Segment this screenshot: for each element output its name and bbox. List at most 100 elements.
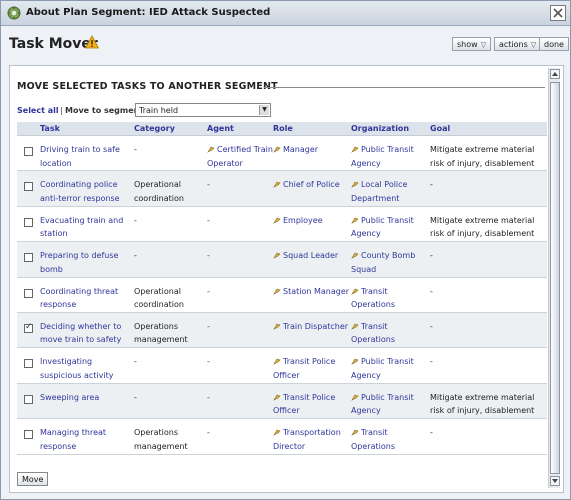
task-checkbox[interactable]: [24, 217, 33, 227]
task-checkbox[interactable]: [24, 322, 33, 333]
goal-cell: -: [430, 357, 433, 367]
category-cell: Operational coordination: [134, 180, 184, 203]
warning-icon[interactable]: [85, 35, 99, 49]
pin-icon: [273, 394, 281, 401]
organization-cell[interactable]: Transit Operations: [351, 320, 429, 347]
category-cell: Operations management: [134, 321, 188, 345]
goal-cell: -: [430, 180, 433, 190]
column-header-goal[interactable]: Goal: [430, 124, 450, 133]
agent-cell: -: [207, 178, 273, 192]
agent-label: -: [207, 321, 210, 331]
show-label: show: [457, 40, 478, 49]
organization-cell[interactable]: Transit Operations: [351, 426, 429, 453]
category-cell: Operations management: [134, 428, 188, 451]
pin-icon: [351, 358, 359, 366]
organization-cell[interactable]: Public Transit Agency: [351, 143, 429, 170]
role-label: Station Manager: [283, 286, 350, 296]
scrollbar-thumb[interactable]: [550, 82, 560, 474]
close-button[interactable]: [550, 5, 566, 21]
actions-label: actions: [499, 40, 528, 49]
pin-icon: [273, 146, 281, 153]
task-checkbox[interactable]: [24, 430, 33, 440]
task-link[interactable]: Coordinating threat response: [40, 285, 132, 312]
table-row: Deciding whether to move train to safety…: [17, 312, 547, 349]
pin-icon: [207, 146, 215, 153]
column-header-agent[interactable]: Agent: [207, 124, 234, 133]
task-checkbox[interactable]: [24, 182, 33, 192]
task-link[interactable]: Evacuating train and station: [40, 214, 132, 241]
chevron-down-icon[interactable]: ▼: [259, 105, 269, 115]
role-cell[interactable]: Transportation Director: [273, 426, 351, 453]
task-link[interactable]: Sweeping area: [40, 391, 132, 405]
task-checkbox[interactable]: [24, 288, 33, 298]
pin-icon: [351, 323, 359, 330]
organization-label: County Bomb Squad: [351, 251, 416, 274]
column-header-role[interactable]: Role: [273, 124, 293, 133]
task-link[interactable]: Coordinating police anti-terror response: [40, 178, 132, 205]
role-cell[interactable]: Train Dispatcher: [273, 320, 351, 334]
pin-icon: [351, 394, 359, 401]
role-cell[interactable]: Squad Leader: [273, 249, 351, 263]
move-button[interactable]: Move: [17, 472, 49, 486]
role-label: Manager: [283, 145, 319, 154]
pin-icon: [351, 146, 359, 153]
column-header-task[interactable]: Task: [40, 124, 60, 133]
task-link[interactable]: Managing threat response: [40, 426, 132, 453]
task-link[interactable]: Driving train to safe location: [40, 143, 132, 170]
role-cell[interactable]: Transit Police Officer: [273, 355, 351, 382]
vertical-scrollbar[interactable]: [548, 68, 560, 488]
task-link[interactable]: Deciding whether to move train to safety: [40, 320, 132, 347]
organization-cell[interactable]: Local Police Department: [351, 178, 429, 205]
segment-select[interactable]: Train held ▼: [135, 103, 271, 117]
organization-label: Public Transit Agency: [351, 215, 414, 239]
agent-cell[interactable]: Certified Train Operator: [207, 143, 273, 170]
category-cell: -: [134, 392, 137, 402]
role-cell[interactable]: Transit Police Officer: [273, 391, 351, 418]
task-link[interactable]: Preparing to defuse bomb: [40, 249, 132, 276]
pin-icon: [351, 288, 359, 295]
table-row: Managing threat response Operations manag…: [17, 419, 547, 455]
goal-cell: -: [430, 321, 433, 331]
agent-label: -: [207, 392, 210, 402]
organization-label: Local Police Department: [351, 180, 408, 203]
organization-cell[interactable]: Transit Operations: [351, 285, 429, 312]
goal-cell: -: [430, 251, 433, 261]
column-header-organization[interactable]: Organization: [351, 124, 409, 133]
category-cell: -: [134, 357, 137, 367]
table-row: Driving train to safe location - Certified…: [17, 136, 547, 181]
pin-icon: [273, 217, 281, 224]
window-titlebar[interactable]: About Plan Segment: IED Attack Suspected: [1, 1, 570, 26]
table-row: Coordinating police anti-terror response…: [17, 171, 547, 207]
table-row: Preparing to defuse bomb - - Squad Leader Co…: [17, 242, 547, 278]
role-cell[interactable]: Chief of Police: [273, 178, 351, 192]
show-menu-button[interactable]: show ▽: [452, 37, 492, 51]
page-header: Task Mover show ▽ actions ▽ done: [1, 27, 570, 61]
task-checkbox[interactable]: [24, 394, 33, 404]
organization-cell[interactable]: County Bomb Squad: [351, 249, 429, 276]
pin-icon: [351, 429, 359, 436]
organization-cell[interactable]: Public Transit Agency: [351, 355, 429, 382]
task-checkbox[interactable]: [24, 359, 33, 369]
category-cell: -: [134, 145, 137, 154]
organization-cell[interactable]: Public Transit Agency: [351, 214, 429, 241]
role-cell[interactable]: Station Manager: [273, 285, 351, 299]
chevron-up-icon: [552, 72, 558, 76]
organization-label: Public Transit Agency: [351, 392, 414, 416]
column-header-category[interactable]: Category: [134, 124, 175, 133]
done-label: done: [544, 40, 564, 49]
chevron-down-icon: [552, 479, 558, 483]
task-checkbox[interactable]: [24, 253, 33, 263]
role-cell[interactable]: Manager: [273, 143, 351, 157]
organization-label: Public Transit Agency: [351, 145, 414, 168]
actions-menu-button[interactable]: actions ▽: [494, 37, 542, 51]
organization-cell[interactable]: Public Transit Agency: [351, 391, 429, 418]
pin-icon: [351, 252, 359, 259]
role-cell[interactable]: Employee: [273, 214, 351, 228]
done-button[interactable]: done: [539, 37, 569, 51]
pin-icon: [351, 182, 359, 189]
task-link[interactable]: Investigating suspicious activity: [40, 355, 132, 382]
scroll-down-button[interactable]: [550, 476, 560, 486]
select-all-link[interactable]: Select all: [17, 106, 59, 115]
task-checkbox[interactable]: [24, 147, 33, 156]
scroll-up-button[interactable]: [550, 69, 560, 79]
